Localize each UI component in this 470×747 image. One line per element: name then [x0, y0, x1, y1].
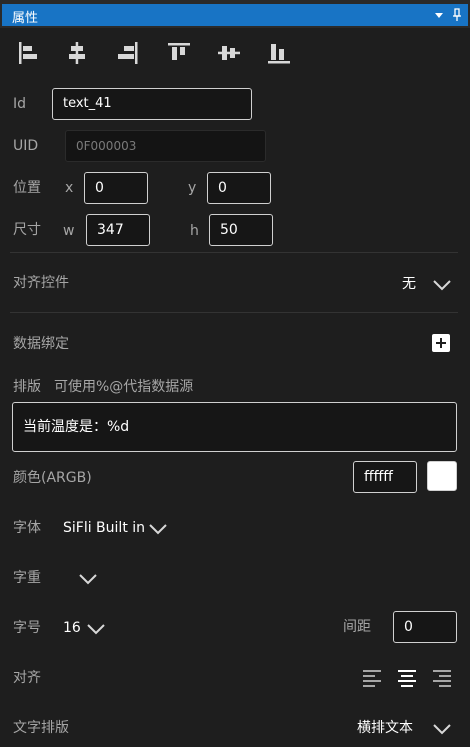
align-control-label: 对齐控件 [13, 275, 69, 291]
position-label: 位置 [13, 180, 41, 196]
color-swatch[interactable] [427, 461, 457, 491]
add-binding-button[interactable] [432, 334, 450, 352]
color-label: 颜色(ARGB) [13, 470, 92, 486]
align-left-icon[interactable] [362, 669, 382, 687]
align-left-tool[interactable] [16, 40, 42, 66]
panel-header: 属性 [2, 4, 468, 26]
h-input[interactable]: 50 [209, 214, 273, 246]
align-center-h-tool[interactable] [64, 40, 90, 66]
align-right-tool[interactable] [114, 40, 140, 66]
y-input[interactable]: 0 [207, 172, 271, 204]
panel-title: 属性 [12, 11, 39, 26]
spacing-input[interactable]: 0 [393, 611, 457, 643]
id-label: Id [13, 96, 27, 112]
spacing-label: 间距 [343, 619, 371, 635]
align-right-icon[interactable] [432, 669, 452, 687]
text-content-input[interactable]: 当前温度是：%d [12, 402, 457, 452]
align-top-tool[interactable] [166, 40, 192, 66]
w-input[interactable]: 347 [86, 214, 150, 246]
font-size-label: 字号 [13, 620, 41, 636]
x-input[interactable]: 0 [84, 172, 148, 204]
align-bottom-tool[interactable] [266, 40, 292, 66]
size-label: 尺寸 [13, 222, 41, 238]
align-center-icon[interactable] [397, 669, 417, 687]
w-label: w [63, 223, 75, 239]
layout-label: 排版 [13, 379, 41, 395]
chevron-down-icon[interactable] [148, 521, 168, 535]
uid-field: 0F000003 [65, 130, 266, 162]
h-label: h [190, 223, 199, 239]
id-input[interactable]: text_41 [52, 88, 252, 120]
text-layout-value[interactable]: 横排文本 [357, 719, 413, 737]
divider [10, 252, 458, 253]
data-binding-label: 数据绑定 [13, 336, 69, 352]
chevron-down-icon[interactable] [78, 571, 98, 585]
font-label: 字体 [13, 520, 41, 536]
color-input[interactable]: ffffff [353, 461, 417, 493]
layout-hint: 可使用%@代指数据源 [54, 379, 194, 395]
triangle-down-icon[interactable] [434, 7, 444, 28]
weight-label: 字重 [13, 570, 41, 586]
chevron-down-icon[interactable] [86, 621, 106, 635]
align-control-value[interactable]: 无 [402, 275, 416, 293]
align-center-v-tool[interactable] [216, 40, 242, 66]
y-label: y [188, 180, 197, 196]
alignment-label: 对齐 [13, 670, 41, 686]
panel-titlebar: 属性 [0, 0, 470, 28]
text-layout-label: 文字排版 [13, 720, 69, 736]
chevron-down-icon[interactable] [432, 721, 452, 735]
font-size-value[interactable]: 16 [63, 619, 81, 637]
font-value[interactable]: SiFli Built in [63, 519, 145, 537]
divider [10, 312, 458, 313]
x-label: x [65, 180, 74, 196]
chevron-down-icon[interactable] [432, 277, 452, 291]
align-toolbar [0, 34, 470, 74]
pin-icon[interactable] [452, 7, 462, 28]
uid-label: UID [13, 138, 39, 154]
